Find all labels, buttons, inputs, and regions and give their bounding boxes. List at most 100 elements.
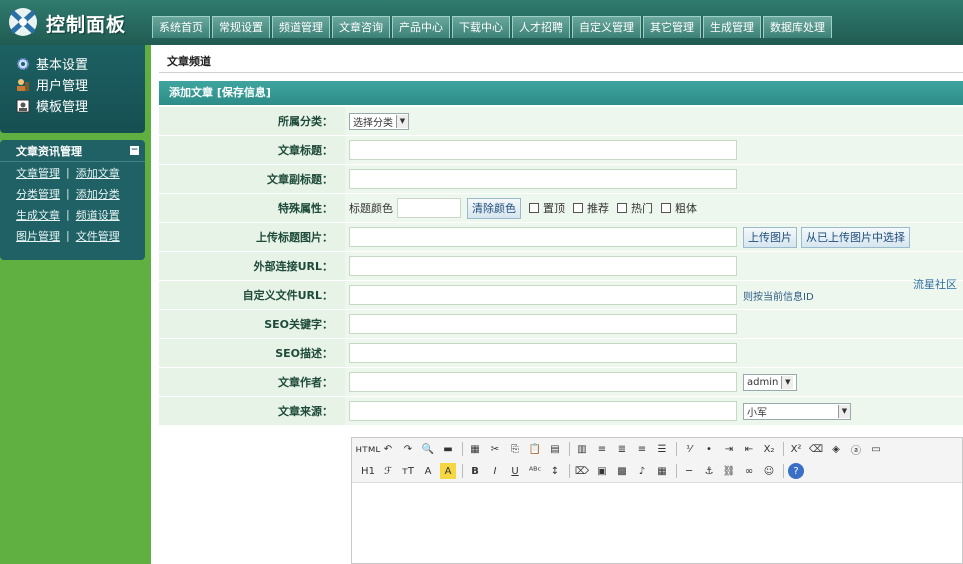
author-select[interactable]: admin ▼ (743, 373, 797, 391)
toolbar-emoticon-icon[interactable]: ☺ (761, 463, 777, 479)
external-url-input[interactable] (349, 256, 737, 276)
toolbar-right-icon[interactable]: ≡ (634, 441, 650, 457)
upload-image-button[interactable]: 上传图片 (743, 226, 797, 248)
checkbox-recommend[interactable] (573, 203, 583, 213)
panel-link[interactable]: 生成文章 (16, 207, 60, 223)
nav-tab[interactable]: 产品中心 (392, 16, 450, 38)
editor-body[interactable] (352, 482, 962, 563)
toolbar-b-icon[interactable]: B (467, 463, 483, 479)
quick-item-template-management[interactable]: 模板管理 (16, 95, 145, 116)
category-select[interactable]: 选择分类 ▼ (349, 112, 409, 130)
toolbar-select-all-icon[interactable]: ◈ (828, 441, 844, 457)
toolbar-abc-icon[interactable]: ᴬᴮᶜ (527, 463, 543, 479)
checkbox-top[interactable] (529, 203, 539, 213)
panel-link[interactable]: 添加分类 (76, 186, 120, 202)
nav-tab[interactable]: 生成管理 (703, 16, 761, 38)
toolbar-source-icon[interactable]: ▭ (868, 441, 884, 457)
panel-link[interactable]: 图片管理 (16, 228, 60, 244)
toolbar-link-icon[interactable]: ⛓ (721, 463, 737, 479)
toolbar-justify-icon[interactable]: ☰ (654, 441, 670, 457)
toolbar-media-icon[interactable]: ♪ (634, 463, 650, 479)
toolbar-paste-word-icon[interactable]: ▥ (574, 441, 590, 457)
toolbar-preview-icon[interactable]: 🔍 (420, 441, 436, 457)
subtitle-input[interactable] (349, 169, 737, 189)
nav-tab[interactable]: 常规设置 (212, 16, 270, 38)
toolbar-outdent-icon[interactable]: ⇤ (741, 441, 757, 457)
toolbar-paste-icon[interactable]: 📋 (527, 441, 543, 457)
panel-links: 文章管理 | 添加文章 分类管理 | 添加分类 生成文章 | 频道设置 图片管理 | 文件管理 (0, 162, 145, 246)
toolbar-paste-text-icon[interactable]: ▤ (547, 441, 563, 457)
nav-tab[interactable]: 文章咨询 (332, 16, 390, 38)
author-input[interactable] (349, 372, 737, 392)
panel-link[interactable]: 频道设置 (76, 207, 120, 223)
checkbox-bold-label: 粗体 (675, 202, 697, 215)
title-input[interactable] (349, 140, 737, 160)
nav-tab[interactable]: 人才招聘 (512, 16, 570, 38)
clear-color-button[interactable]: 清除颜色 (467, 197, 521, 219)
toolbar-center-icon[interactable]: ≣ (614, 441, 630, 457)
toolbar-special-char-icon[interactable]: ⓐ (848, 441, 864, 457)
toolbar-eraser-icon[interactable]: ⌦ (574, 463, 590, 479)
toolbar-anchor-icon[interactable]: ⚓ (701, 463, 717, 479)
panel-link[interactable]: 文件管理 (76, 228, 120, 244)
quick-item-user-management[interactable]: 用户管理 (16, 74, 145, 95)
nav-tab[interactable]: 下载中心 (452, 16, 510, 38)
toolbar-copy-icon[interactable]: ⎘ (507, 441, 523, 457)
source-input[interactable] (349, 401, 737, 421)
toolbar-html-icon[interactable]: ʜᴛᴍʟ (356, 441, 381, 457)
toolbar-unlink-icon[interactable]: ∞ (741, 463, 757, 479)
checkbox-hot[interactable] (617, 203, 627, 213)
rich-text-editor[interactable]: ʜᴛᴍʟ ↶ ↷ 🔍 ▬ ▦ ✂ ⎘ 📋 ▤ ▥ ≡ ≣ ≡ ☰ ⅟ • ⇥ ⇤ X₂ X² ⌫ ◈ ⓐ ▭ H1 ℱᴛT A A B I… (351, 437, 963, 564)
collapse-icon[interactable]: − (130, 146, 139, 155)
toolbar-tt-icon[interactable]: ᴛT (400, 463, 416, 479)
row-category: 所属分类： 选择分类 ▼ (159, 107, 963, 136)
toolbar-undo-icon[interactable]: ↶ (380, 441, 396, 457)
checkbox-bold[interactable] (661, 203, 671, 213)
quick-item-label: 模板管理 (36, 100, 89, 115)
panel-link[interactable]: 文章管理 (16, 165, 60, 181)
nav-tab[interactable]: 系统首页 (152, 16, 210, 38)
nav-tab[interactable]: 自定义管理 (572, 16, 641, 38)
toolbar-hr-icon[interactable]: ─ (681, 463, 697, 479)
toolbar-clear-icon[interactable]: ⌫ (808, 441, 824, 457)
toolbar-u-icon[interactable]: U (507, 463, 523, 479)
toolbar-redo-icon[interactable]: ↷ (400, 441, 416, 457)
toolbar-ul-icon[interactable]: • (701, 441, 717, 457)
image-path-input[interactable] (349, 227, 737, 247)
seo-keywords-input[interactable] (349, 314, 737, 334)
quick-item-basic-settings[interactable]: 基本设置 (16, 53, 145, 74)
toolbar-cut-icon[interactable]: ✂ (487, 441, 503, 457)
custom-file-url-input[interactable] (349, 285, 737, 305)
toolbar-sup-icon[interactable]: X² (788, 441, 804, 457)
label-external-url: 外部连接URL： (159, 252, 345, 280)
nav-tab[interactable]: 数据库处理 (763, 16, 832, 38)
panel-link[interactable]: 添加文章 (76, 165, 120, 181)
toolbar-help-icon[interactable]: ? (788, 463, 804, 479)
form-title: 添加文章 [保存信息] (159, 81, 963, 105)
source-select[interactable]: 小军 ▼ (743, 402, 851, 420)
toolbar-f-icon[interactable]: ℱ (380, 463, 396, 479)
chevron-down-icon: ▼ (838, 404, 850, 418)
choose-uploaded-button[interactable]: 从已上传图片中选择 (801, 226, 910, 248)
toolbar-left-icon[interactable]: ≡ (594, 441, 610, 457)
toolbar-sub-icon[interactable]: X₂ (761, 441, 777, 457)
toolbar-indent-icon[interactable]: ⇥ (721, 441, 737, 457)
toolbar-h1-icon[interactable]: H1 (360, 463, 376, 479)
toolbar-table-icon[interactable]: ▦ (654, 463, 670, 479)
toolbar-a-icon[interactable]: A (420, 463, 436, 479)
nav-tab[interactable]: 其它管理 (643, 16, 701, 38)
label-title: 文章标题： (159, 136, 345, 164)
nav-tab[interactable]: 频道管理 (272, 16, 330, 38)
toolbar-i-icon[interactable]: I (487, 463, 503, 479)
panel-link[interactable]: 分类管理 (16, 186, 60, 202)
toolbar-template-icon[interactable]: ▦ (467, 441, 483, 457)
toolbar-a-icon[interactable]: A (440, 463, 456, 479)
toolbar-image-icon[interactable]: ▣ (594, 463, 610, 479)
title-color-input[interactable] (397, 198, 461, 218)
seo-desc-input[interactable] (349, 343, 737, 363)
toolbar-line-height-icon[interactable]: ↕ (547, 463, 563, 479)
category-select-value: 选择分类 (353, 117, 393, 129)
toolbar-flash-icon[interactable]: ▩ (614, 463, 630, 479)
toolbar-print-icon[interactable]: ▬ (440, 441, 456, 457)
toolbar-ol-icon[interactable]: ⅟ (681, 441, 697, 457)
